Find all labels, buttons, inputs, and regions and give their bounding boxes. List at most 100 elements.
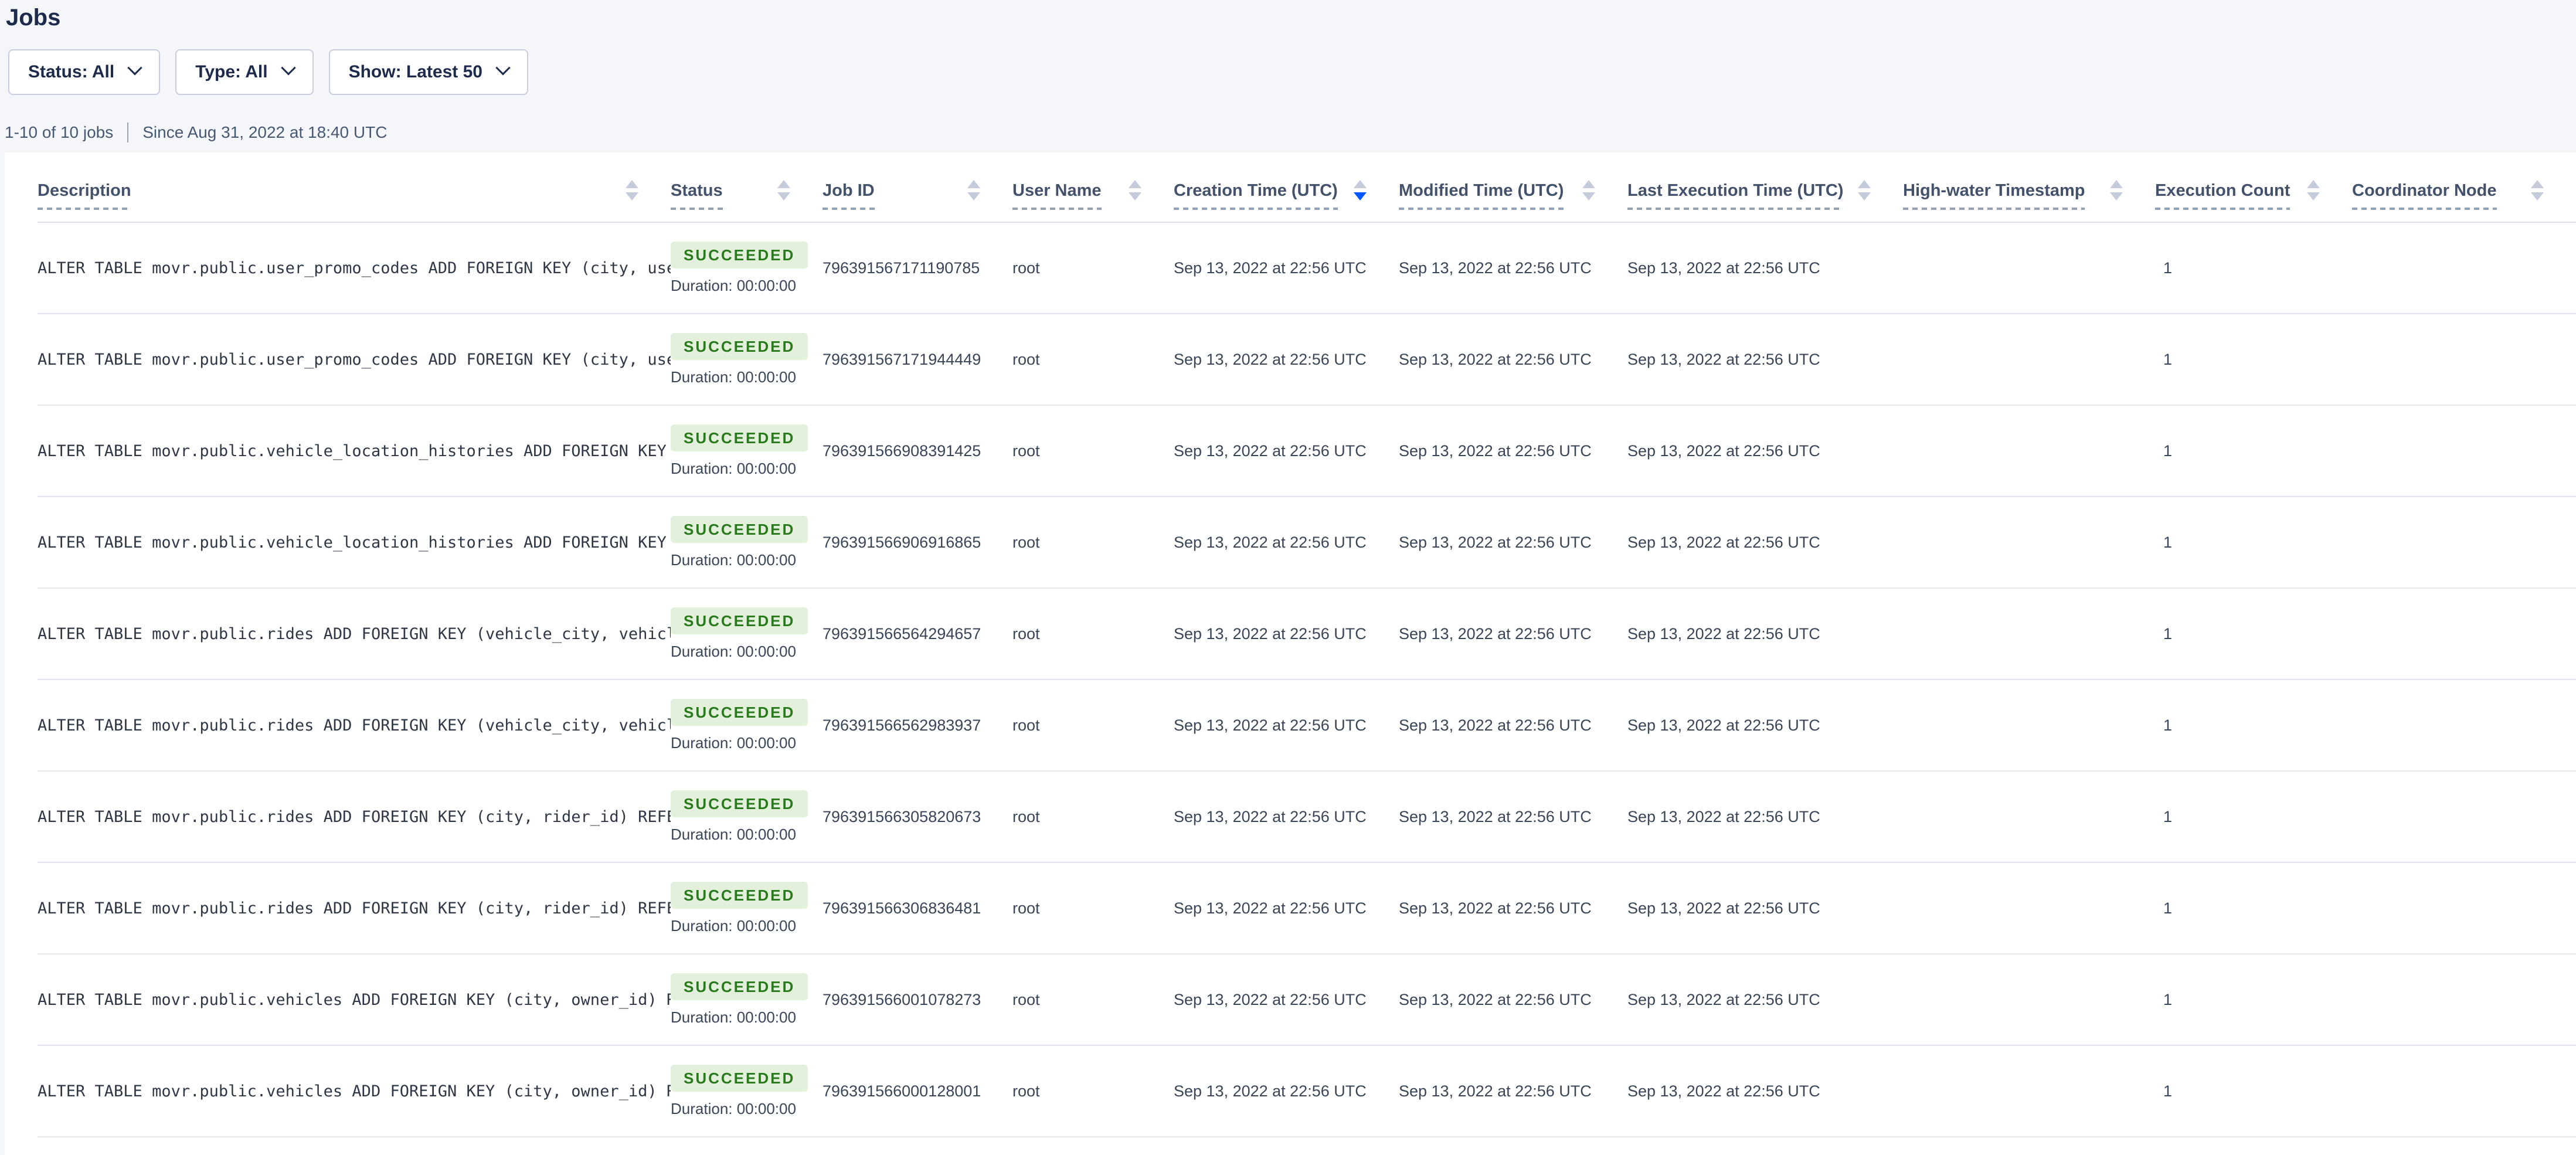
high-water-timestamp-cell xyxy=(1903,862,2155,954)
column-header-high_water[interactable]: High-water Timestamp xyxy=(1903,152,2155,222)
status-badge: SUCCEEDED xyxy=(671,516,808,543)
sort-down-arrow-icon xyxy=(1354,192,1367,201)
execution-count-cell: 1 xyxy=(2155,862,2352,954)
sort-down-arrow-icon xyxy=(2110,192,2123,201)
column-header-coordinator[interactable]: Coordinator Node xyxy=(2352,152,2576,222)
last-execution-time-cell: Sep 13, 2022 at 22:56 UTC xyxy=(1627,862,1903,954)
user-name-cell: root xyxy=(1012,405,1174,497)
job-duration: Duration: 00:00:00 xyxy=(671,368,796,386)
modified-time-cell: Sep 13, 2022 at 22:56 UTC xyxy=(1399,954,1627,1045)
table-row[interactable]: ALTER TABLE movr.public.rides ADD FOREIG… xyxy=(38,680,2576,771)
modified-time-cell: Sep 13, 2022 at 22:56 UTC xyxy=(1399,405,1627,497)
job-description-link[interactable]: ALTER TABLE movr.public.vehicle_location… xyxy=(38,405,671,497)
last-execution-time-cell: Sep 13, 2022 at 22:56 UTC xyxy=(1627,588,1903,680)
creation-time-cell: Sep 13, 2022 at 22:56 UTC xyxy=(1174,405,1399,497)
status-badge: SUCCEEDED xyxy=(671,607,808,634)
last-execution-time-cell: Sep 13, 2022 at 22:56 UTC xyxy=(1627,222,1903,314)
modified-time-cell: Sep 13, 2022 at 22:56 UTC xyxy=(1399,497,1627,588)
filter-dropdown-1[interactable]: Type: All xyxy=(175,49,313,95)
column-header-last_execution[interactable]: Last Execution Time (UTC) xyxy=(1627,152,1903,222)
column-header-label: Creation Time (UTC) xyxy=(1174,181,1338,210)
results-summary: 1-10 of 10 jobs Since Aug 31, 2022 at 18… xyxy=(5,122,2576,143)
sort-icon xyxy=(2110,180,2123,210)
status-badge: SUCCEEDED xyxy=(671,333,808,360)
status-badge: SUCCEEDED xyxy=(671,242,808,269)
table-row[interactable]: ALTER TABLE movr.public.vehicles ADD FOR… xyxy=(38,954,2576,1045)
coordinator-node-cell xyxy=(2352,405,2576,497)
table-row[interactable]: ALTER TABLE movr.public.rides ADD FOREIG… xyxy=(38,862,2576,954)
table-row[interactable]: ALTER TABLE movr.public.rides ADD FOREIG… xyxy=(38,771,2576,862)
sort-up-arrow-icon xyxy=(2307,180,2320,188)
table-row[interactable]: ALTER TABLE movr.public.vehicle_location… xyxy=(38,405,2576,497)
job-description-link[interactable]: ALTER TABLE movr.public.rides ADD FOREIG… xyxy=(38,680,671,771)
job-id-cell: 796391566001078273 xyxy=(823,954,1012,1045)
column-header-user[interactable]: User Name xyxy=(1012,152,1174,222)
job-duration: Duration: 00:00:00 xyxy=(671,734,796,752)
high-water-timestamp-cell xyxy=(1903,588,2155,680)
status-badge: SUCCEEDED xyxy=(671,424,808,451)
high-water-timestamp-cell xyxy=(1903,405,2155,497)
modified-time-cell: Sep 13, 2022 at 22:56 UTC xyxy=(1399,314,1627,405)
column-header-status[interactable]: Status xyxy=(671,152,823,222)
job-description-link[interactable]: ALTER TABLE movr.public.rides ADD FOREIG… xyxy=(38,862,671,954)
job-description-link[interactable]: ALTER TABLE movr.public.vehicles ADD FOR… xyxy=(38,954,671,1045)
job-description-link[interactable]: ALTER TABLE movr.public.user_promo_codes… xyxy=(38,222,671,314)
sort-icon xyxy=(967,180,980,210)
table-row[interactable]: ALTER TABLE movr.public.rides ADD FOREIG… xyxy=(38,588,2576,680)
status-badge: SUCCEEDED xyxy=(671,882,808,909)
creation-time-cell: Sep 13, 2022 at 22:56 UTC xyxy=(1174,497,1399,588)
last-execution-time-cell: Sep 13, 2022 at 22:56 UTC xyxy=(1627,1045,1903,1137)
job-description-link[interactable]: ALTER TABLE movr.public.vehicles ADD FOR… xyxy=(38,1045,671,1137)
table-row[interactable]: ALTER TABLE movr.public.user_promo_codes… xyxy=(38,222,2576,314)
column-header-created[interactable]: Creation Time (UTC) xyxy=(1174,152,1399,222)
job-duration: Duration: 00:00:00 xyxy=(671,917,796,935)
execution-count-cell: 1 xyxy=(2155,222,2352,314)
status-badge: SUCCEEDED xyxy=(671,790,808,817)
sort-icon xyxy=(626,180,638,210)
job-description-link[interactable]: ALTER TABLE movr.public.rides ADD FOREIG… xyxy=(38,588,671,680)
jobs-table-panel: Description Status Job ID User Name xyxy=(5,152,2576,1155)
table-row[interactable]: ALTER TABLE movr.public.vehicles ADD FOR… xyxy=(38,1045,2576,1137)
table-body: ALTER TABLE movr.public.user_promo_codes… xyxy=(38,222,2576,1137)
job-duration: Duration: 00:00:00 xyxy=(671,826,796,844)
job-description-link[interactable]: ALTER TABLE movr.public.user_promo_codes… xyxy=(38,314,671,405)
high-water-timestamp-cell xyxy=(1903,314,2155,405)
coordinator-node-cell xyxy=(2352,1045,2576,1137)
filter-dropdown-0[interactable]: Status: All xyxy=(8,49,160,95)
column-header-execution_count[interactable]: Execution Count xyxy=(2155,152,2352,222)
job-description-link[interactable]: ALTER TABLE movr.public.rides ADD FOREIG… xyxy=(38,771,671,862)
column-header-job_id[interactable]: Job ID xyxy=(823,152,1012,222)
table-row[interactable]: ALTER TABLE movr.public.user_promo_codes… xyxy=(38,314,2576,405)
user-name-cell: root xyxy=(1012,497,1174,588)
job-id-cell: 796391567171190785 xyxy=(823,222,1012,314)
job-duration: Duration: 00:00:00 xyxy=(671,551,796,569)
filter-dropdown-2[interactable]: Show: Latest 50 xyxy=(329,49,528,95)
sort-icon xyxy=(777,180,790,210)
execution-count-cell: 1 xyxy=(2155,1045,2352,1137)
since-text: Since Aug 31, 2022 at 18:40 UTC xyxy=(142,122,387,143)
modified-time-cell: Sep 13, 2022 at 22:56 UTC xyxy=(1399,588,1627,680)
last-execution-time-cell: Sep 13, 2022 at 22:56 UTC xyxy=(1627,497,1903,588)
column-header-modified[interactable]: Modified Time (UTC) xyxy=(1399,152,1627,222)
table-row[interactable]: ALTER TABLE movr.public.vehicle_location… xyxy=(38,497,2576,588)
job-description-link[interactable]: ALTER TABLE movr.public.vehicle_location… xyxy=(38,497,671,588)
sort-up-arrow-icon xyxy=(777,180,790,188)
job-id-cell: 796391566906916865 xyxy=(823,497,1012,588)
sort-icon xyxy=(1582,180,1595,210)
execution-count-cell: 1 xyxy=(2155,314,2352,405)
user-name-cell: root xyxy=(1012,314,1174,405)
coordinator-node-cell xyxy=(2352,314,2576,405)
sort-icon xyxy=(2531,180,2544,210)
jobs-table: Description Status Job ID User Name xyxy=(38,152,2576,1137)
last-execution-time-cell: Sep 13, 2022 at 22:56 UTC xyxy=(1627,405,1903,497)
sort-down-arrow-icon xyxy=(1129,192,1141,201)
sort-down-arrow-icon xyxy=(1582,192,1595,201)
chevron-down-icon xyxy=(495,60,510,75)
column-header-description[interactable]: Description xyxy=(38,152,671,222)
filter-dropdown-label: Status: All xyxy=(28,62,114,82)
user-name-cell: root xyxy=(1012,771,1174,862)
job-duration: Duration: 00:00:00 xyxy=(671,1008,796,1027)
coordinator-node-cell xyxy=(2352,222,2576,314)
column-header-label: High-water Timestamp xyxy=(1903,181,2085,210)
job-status-cell: SUCCEEDED Duration: 00:00:00 xyxy=(671,405,823,497)
